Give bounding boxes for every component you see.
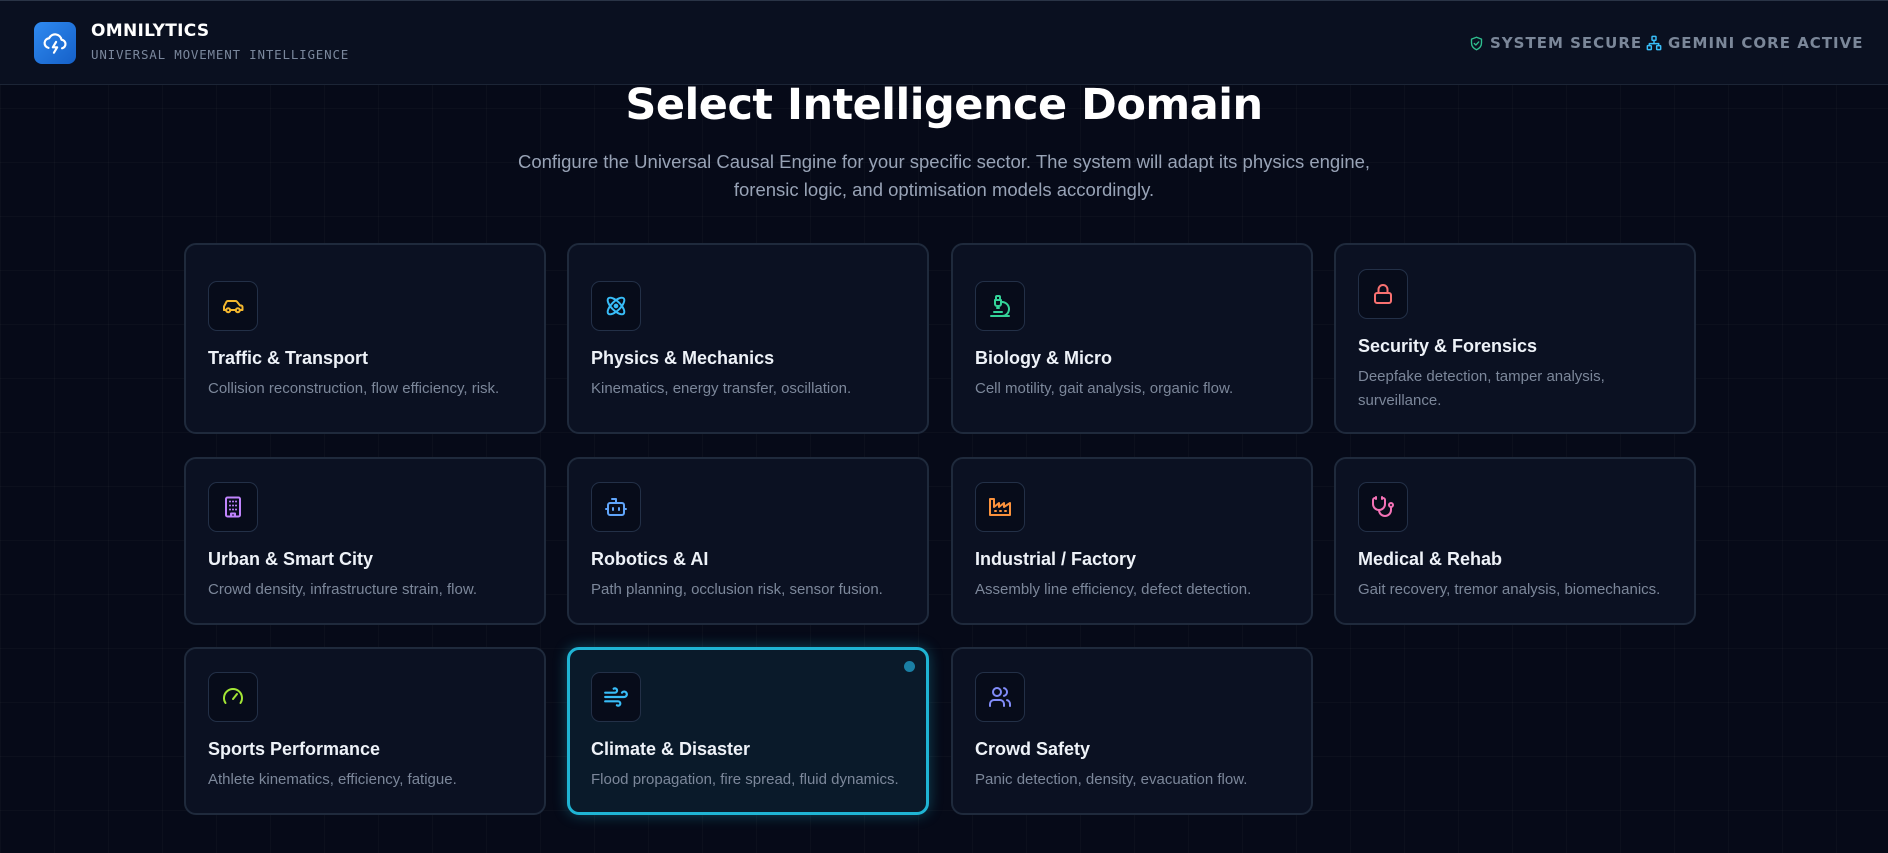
domain-card-title: Urban & Smart City [208,549,374,569]
domain-card-description: Athlete kinematics, efficiency, fatigue. [208,771,457,788]
status-core-active: GEMINI CORE ACTIVE [1646,34,1864,52]
domain-card-sports[interactable]: Sports Performance Athlete kinematics, e… [184,647,546,815]
domain-card-title: Medical & Rehab [1358,549,1503,569]
car-icon [208,281,258,331]
subtitle-line-2: forensic logic, and optimisation models … [733,179,1155,200]
status-system-secure: SYSTEM SECURE [1469,34,1642,52]
domain-card-climate[interactable]: Climate & Disaster Flood propagation, fi… [567,647,929,815]
microscope-icon [975,281,1025,331]
subtitle-line-1: Configure the Universal Causal Engine fo… [517,151,1371,172]
domain-card-traffic[interactable]: Traffic & Transport Collision reconstruc… [184,243,546,434]
domain-card-title: Robotics & AI [591,549,709,569]
atom-icon [591,281,641,331]
selected-indicator [904,661,915,672]
cloud-lightning-icon[interactable] [34,22,76,64]
domain-card-description: Panic detection, density, evacuation flo… [975,771,1248,788]
domain-card-title: Security & Forensics [1358,336,1538,356]
domain-card-description: Flood propagation, fire spread, fluid dy… [591,771,899,788]
domain-card-description: Cell motility, gait analysis, organic fl… [975,380,1234,397]
users-icon [975,672,1025,722]
status-secure-label: SYSTEM SECURE [1490,34,1643,52]
domain-card-title: Climate & Disaster [591,739,751,759]
domain-card-title: Traffic & Transport [208,348,369,368]
domain-card-description: Path planning, occlusion risk, sensor fu… [591,581,883,598]
lock-icon [1358,269,1408,319]
domain-card-title: Industrial / Factory [975,549,1137,569]
robot-icon [591,482,641,532]
page-subtitle: Configure the Universal Causal Engine fo… [0,148,1888,204]
domain-card-urban[interactable]: Urban & Smart City Crowd density, infras… [184,457,546,625]
domain-card-crowd[interactable]: Crowd Safety Panic detection, density, e… [951,647,1313,815]
shield-check-icon [1469,36,1484,51]
domain-card-security[interactable]: Security & Forensics Deepfake detection,… [1334,243,1696,434]
domain-card-biology[interactable]: Biology & Micro Cell motility, gait anal… [951,243,1313,434]
factory-icon [975,482,1025,532]
domain-card-description: Deepfake detection, tamper analysis, sur… [1358,368,1605,409]
domain-card-description: Assembly line efficiency, defect detecti… [975,581,1252,598]
domain-card-description: Kinematics, energy transfer, oscillation… [591,380,852,397]
brand-tagline: UNIVERSAL MOVEMENT INTELLIGENCE [91,47,350,62]
domain-card-industrial[interactable]: Industrial / Factory Assembly line effic… [951,457,1313,625]
domain-card-title: Biology & Micro [975,348,1113,368]
building-icon [208,482,258,532]
domain-card-title: Crowd Safety [975,739,1091,759]
domain-card-title: Physics & Mechanics [591,348,775,368]
brand-name: OMNILYTICS [91,21,210,41]
wind-icon [591,672,641,722]
domain-card-description: Collision reconstruction, flow efficienc… [208,380,500,397]
domain-card-physics[interactable]: Physics & Mechanics Kinematics, energy t… [567,243,929,434]
network-icon [1646,35,1662,51]
domain-card-description: Gait recovery, tremor analysis, biomecha… [1358,581,1661,598]
domain-card-title: Sports Performance [208,739,381,759]
status-core-label: GEMINI CORE ACTIVE [1668,34,1864,52]
top-bar: OMNILYTICS UNIVERSAL MOVEMENT INTELLIGEN… [0,0,1888,85]
domain-card-description: Crowd density, infrastructure strain, fl… [208,581,477,598]
domain-card-robotics[interactable]: Robotics & AI Path planning, occlusion r… [567,457,929,625]
gauge-icon [208,672,258,722]
page-title: Select Intelligence Domain [625,80,1263,130]
stethoscope-icon [1358,482,1408,532]
domain-card-medical[interactable]: Medical & Rehab Gait recovery, tremor an… [1334,457,1696,625]
